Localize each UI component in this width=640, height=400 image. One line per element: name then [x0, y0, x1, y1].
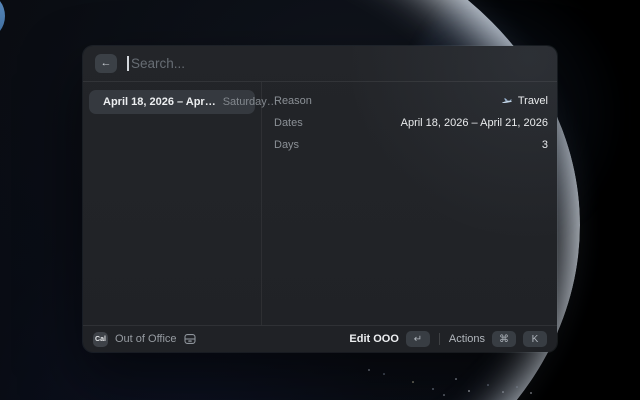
content-area: April 18, 2026 – Apr… Saturday… Reason T… — [83, 82, 557, 325]
search-input[interactable]: Search... — [131, 56, 185, 71]
city-light — [468, 390, 470, 392]
city-light — [502, 391, 504, 393]
detail-row-reason: Reason Travel — [274, 90, 548, 112]
days-value: 3 — [542, 139, 548, 151]
text-caret — [127, 56, 129, 71]
detail-label: Dates — [274, 117, 303, 129]
k-keycap: K — [523, 331, 547, 347]
search-bar: ← Search... — [83, 46, 557, 82]
city-light — [516, 386, 518, 388]
save-icon — [184, 333, 196, 345]
calendar-app-icon: Cal — [93, 332, 108, 347]
city-light — [412, 381, 414, 383]
city-light — [455, 378, 457, 380]
primary-action-label[interactable]: Edit OOO — [349, 333, 399, 345]
city-light — [443, 394, 445, 396]
detail-row-days: Days 3 — [274, 134, 548, 156]
detail-row-dates: Dates April 18, 2026 – April 21, 2026 — [274, 112, 548, 134]
airplane-icon — [501, 95, 513, 107]
dates-value: April 18, 2026 – April 21, 2026 — [401, 117, 548, 129]
city-light — [368, 369, 370, 371]
command-name: Out of Office — [115, 333, 177, 345]
launcher-window: ← Search... April 18, 2026 – Apr… Saturd… — [83, 46, 557, 352]
k-key-label: K — [532, 334, 539, 345]
list-item[interactable]: April 18, 2026 – Apr… Saturday… — [89, 90, 255, 114]
city-light — [383, 373, 385, 375]
detail-label: Days — [274, 139, 299, 151]
back-button[interactable]: ← — [95, 54, 117, 73]
city-light — [530, 392, 532, 394]
command-icon: ⌘ — [499, 334, 509, 345]
command-keycap: ⌘ — [492, 331, 516, 347]
return-icon: ↵ — [414, 334, 422, 345]
desktop: ← Search... April 18, 2026 – Apr… Saturd… — [0, 0, 640, 400]
list-item-title: April 18, 2026 – Apr… — [103, 96, 216, 108]
results-list: April 18, 2026 – Apr… Saturday… — [83, 82, 262, 325]
city-light — [432, 388, 434, 390]
city-light — [487, 384, 489, 386]
detail-label: Reason — [274, 95, 312, 107]
enter-keycap[interactable]: ↵ — [406, 331, 430, 347]
back-arrow-icon: ← — [101, 58, 112, 69]
actions-menu-label[interactable]: Actions — [449, 333, 485, 345]
footer-divider — [439, 333, 440, 345]
action-bar: Cal Out of Office Edit OOO ↵ Actions ⌘ K — [83, 325, 557, 352]
detail-value: Travel — [501, 95, 548, 107]
reason-value: Travel — [518, 95, 548, 107]
detail-pane: Reason Travel Dates April 18, 2026 – Apr… — [262, 82, 557, 325]
